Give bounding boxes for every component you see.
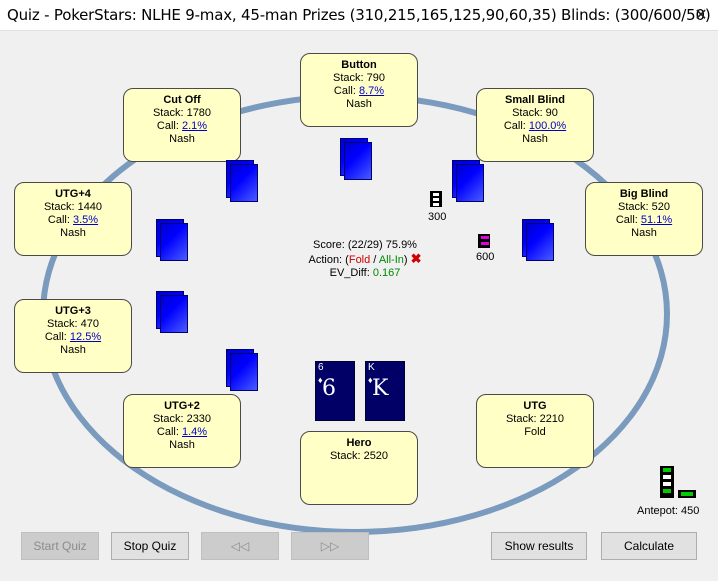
- card-back-icon: [452, 160, 484, 202]
- card-back-icon: [156, 219, 188, 261]
- seat-stack: Stack: 2330: [152, 413, 212, 425]
- action-fold: Fold: [348, 254, 371, 266]
- next-button[interactable]: ▷▷: [291, 532, 369, 560]
- seat-name: Button: [341, 59, 377, 71]
- chip-stack-icon: [430, 191, 442, 207]
- call-link[interactable]: 51.1%: [641, 214, 672, 226]
- big-blind-bet: 600: [476, 251, 495, 263]
- seat-action: Nash: [522, 133, 548, 145]
- seat-action: Nash: [169, 133, 195, 145]
- call-label: Call:: [156, 426, 182, 438]
- card-back-icon: [340, 138, 372, 180]
- score-text: Score: (22/29) 75.9%: [313, 239, 417, 251]
- seat-action: Nash: [169, 439, 195, 451]
- seat-name: UTG: [523, 400, 547, 412]
- seat-hero: Hero Stack: 2520: [300, 431, 418, 505]
- seat-stack: Stack: 470: [47, 318, 99, 330]
- call-link[interactable]: 8.7%: [359, 85, 384, 97]
- call-label: Call:: [44, 331, 70, 343]
- quiz-result: Score: (22/29) 75.9% Action: (Fold / All…: [275, 239, 455, 280]
- seat-utg2: UTG+2 Stack: 2330 Call: 1.4% Nash: [123, 394, 241, 468]
- seat-small-blind: Small Blind Stack: 90 Call: 100.0% Nash: [476, 88, 594, 162]
- seat-action: Nash: [60, 227, 86, 239]
- seat-action: Nash: [60, 344, 86, 356]
- seat-stack: Stack: 2520: [329, 450, 389, 462]
- seat-big-blind: Big Blind Stack: 520 Call: 51.1% Nash: [585, 182, 703, 256]
- antepot-text: Antepot: 450: [637, 505, 700, 517]
- card-back-icon: [226, 349, 258, 391]
- seat-name: UTG+2: [164, 400, 200, 412]
- card-back-icon: [226, 160, 258, 202]
- seat-stack: Stack: 1440: [43, 201, 103, 213]
- antepot-chips-icon: [660, 466, 696, 498]
- chip-stack-icon: [478, 234, 490, 248]
- show-results-button[interactable]: Show results: [491, 532, 587, 560]
- call-link[interactable]: 1.4%: [182, 426, 207, 438]
- seat-stack: Stack: 2210: [505, 413, 565, 425]
- start-quiz-button[interactable]: Start Quiz: [21, 532, 99, 560]
- seat-button: Button Stack: 790 Call: 8.7% Nash: [300, 53, 418, 127]
- call-label: Call:: [615, 214, 641, 226]
- call-link[interactable]: 12.5%: [70, 331, 101, 343]
- seat-action: Nash: [346, 98, 372, 110]
- seat-cutoff: Cut Off Stack: 1780 Call: 2.1% Nash: [123, 88, 241, 162]
- call-link[interactable]: 3.5%: [73, 214, 98, 226]
- call-label: Call:: [333, 85, 359, 97]
- seat-stack: Stack: 90: [512, 107, 558, 119]
- seat-stack: Stack: 790: [333, 72, 385, 84]
- seat-name: Cut Off: [163, 94, 201, 106]
- seat-utg: UTG Stack: 2210 Fold: [476, 394, 594, 468]
- calculate-button[interactable]: Calculate: [601, 532, 697, 560]
- poker-table: Button Stack: 790 Call: 8.7% Nash Cut Of…: [0, 31, 718, 581]
- window-title: Quiz - PokerStars: NLHE 9-max, 45-man Pr…: [7, 6, 711, 24]
- title-bar: Quiz - PokerStars: NLHE 9-max, 45-man Pr…: [0, 0, 718, 31]
- hero-card-1: 6 ♦ 6: [315, 361, 355, 421]
- call-link[interactable]: 2.1%: [182, 120, 207, 132]
- seat-name: Big Blind: [619, 188, 669, 200]
- hero-card-2: K ♦ K: [365, 361, 405, 421]
- ev-diff-line: EV_Diff: 0.167: [329, 267, 401, 279]
- call-label: Call:: [47, 214, 73, 226]
- action-line: Action: (Fold / All-In) ✖: [308, 251, 422, 266]
- previous-button[interactable]: ◁◁: [201, 532, 279, 560]
- seat-name: Small Blind: [505, 94, 565, 106]
- card-back-icon: [522, 219, 554, 261]
- action-allin: All-In: [378, 254, 404, 266]
- close-icon[interactable]: ✕: [684, 0, 718, 30]
- seat-utg3: UTG+3 Stack: 470 Call: 12.5% Nash: [14, 299, 132, 373]
- card-back-icon: [156, 291, 188, 333]
- seat-name: Hero: [346, 437, 372, 449]
- call-link[interactable]: 100.0%: [529, 120, 566, 132]
- seat-action: Fold: [524, 426, 546, 438]
- seat-name: UTG+4: [55, 188, 91, 200]
- ev-diff-value: 0.167: [372, 267, 401, 279]
- call-label: Call:: [156, 120, 182, 132]
- seat-utg4: UTG+4 Stack: 1440 Call: 3.5% Nash: [14, 182, 132, 256]
- wrong-answer-icon: ✖: [410, 251, 422, 266]
- seat-name: UTG+3: [55, 305, 91, 317]
- seat-stack: Stack: 1780: [152, 107, 212, 119]
- seat-stack: Stack: 520: [618, 201, 670, 213]
- stop-quiz-button[interactable]: Stop Quiz: [111, 532, 189, 560]
- call-label: Call:: [503, 120, 529, 132]
- seat-action: Nash: [631, 227, 657, 239]
- small-blind-bet: 300: [428, 211, 447, 223]
